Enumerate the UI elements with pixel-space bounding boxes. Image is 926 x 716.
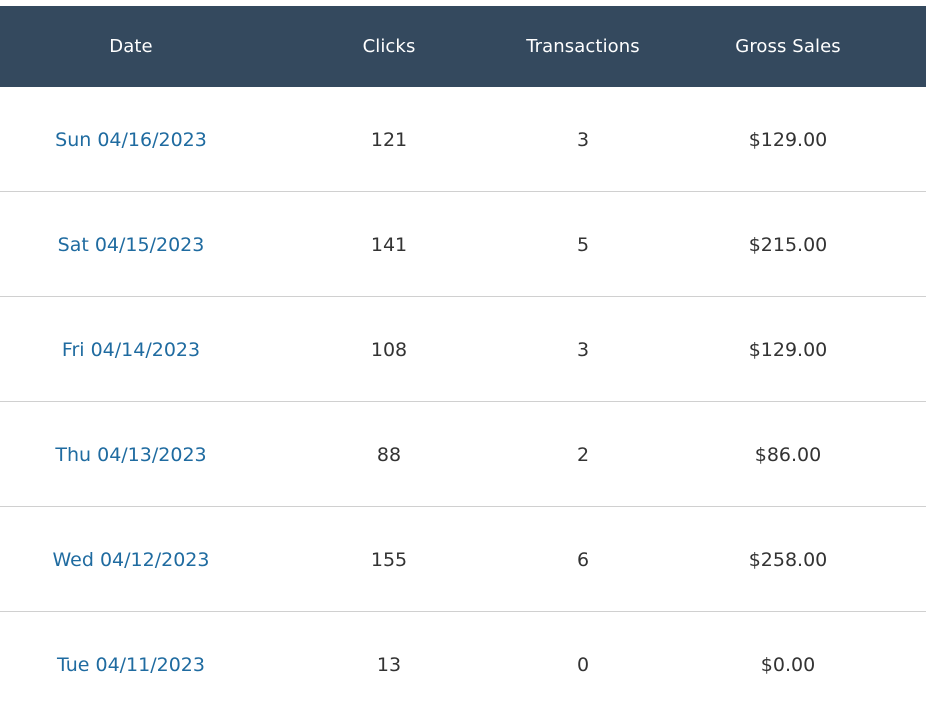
- clicks-cell: 155: [370, 549, 408, 571]
- clicks-cell: 121: [370, 129, 408, 151]
- table-row: Wed 04/12/2023 155 6 $258.00: [0, 507, 926, 612]
- date-cell: Thu 04/13/2023: [0, 442, 262, 466]
- date-link[interactable]: Wed 04/12/2023: [53, 549, 210, 571]
- transactions-cell: 6: [576, 549, 590, 571]
- gross-sales-cell: $258.00: [748, 549, 828, 571]
- column-header-date[interactable]: Date: [0, 36, 262, 57]
- date-link[interactable]: Sat 04/15/2023: [58, 234, 205, 256]
- table-header: Date Clicks Transactions Gross Sales: [0, 6, 926, 87]
- date-link[interactable]: Fri 04/14/2023: [62, 339, 200, 361]
- clicks-cell: 108: [370, 339, 408, 361]
- date-link[interactable]: Tue 04/11/2023: [57, 654, 205, 676]
- transactions-cell: 0: [576, 654, 590, 676]
- table-row: Sat 04/15/2023 141 5 $215.00: [0, 192, 926, 297]
- table-row: Tue 04/11/2023 13 0 $0.00: [0, 612, 926, 716]
- date-cell: Fri 04/14/2023: [0, 337, 262, 361]
- gross-sales-cell: $86.00: [754, 444, 822, 466]
- column-header-transactions[interactable]: Transactions: [516, 36, 650, 57]
- gross-sales-cell: $0.00: [760, 654, 816, 676]
- clicks-cell: 141: [370, 234, 408, 256]
- transactions-cell: 3: [576, 129, 590, 151]
- transactions-cell: 2: [576, 444, 590, 466]
- clicks-cell: 88: [376, 444, 402, 466]
- table-row: Sun 04/16/2023 121 3 $129.00: [0, 87, 926, 192]
- date-link[interactable]: Sun 04/16/2023: [55, 129, 207, 151]
- gross-sales-cell: $129.00: [748, 339, 828, 361]
- date-cell: Tue 04/11/2023: [0, 652, 262, 676]
- date-link[interactable]: Thu 04/13/2023: [55, 444, 206, 466]
- daily-stats-table: Date Clicks Transactions Gross Sales Sun…: [0, 6, 926, 716]
- table-row: Fri 04/14/2023 108 3 $129.00: [0, 297, 926, 402]
- gross-sales-cell: $215.00: [748, 234, 828, 256]
- transactions-cell: 5: [576, 234, 590, 256]
- gross-sales-cell: $129.00: [748, 129, 828, 151]
- column-header-clicks[interactable]: Clicks: [262, 36, 516, 57]
- clicks-cell: 13: [376, 654, 402, 676]
- column-header-gross-sales[interactable]: Gross Sales: [650, 36, 926, 57]
- date-cell: Wed 04/12/2023: [0, 547, 262, 571]
- transactions-cell: 3: [576, 339, 590, 361]
- date-cell: Sat 04/15/2023: [0, 232, 262, 256]
- stats-page: Date Clicks Transactions Gross Sales Sun…: [0, 0, 926, 716]
- date-cell: Sun 04/16/2023: [0, 127, 262, 151]
- table-row: Thu 04/13/2023 88 2 $86.00: [0, 402, 926, 507]
